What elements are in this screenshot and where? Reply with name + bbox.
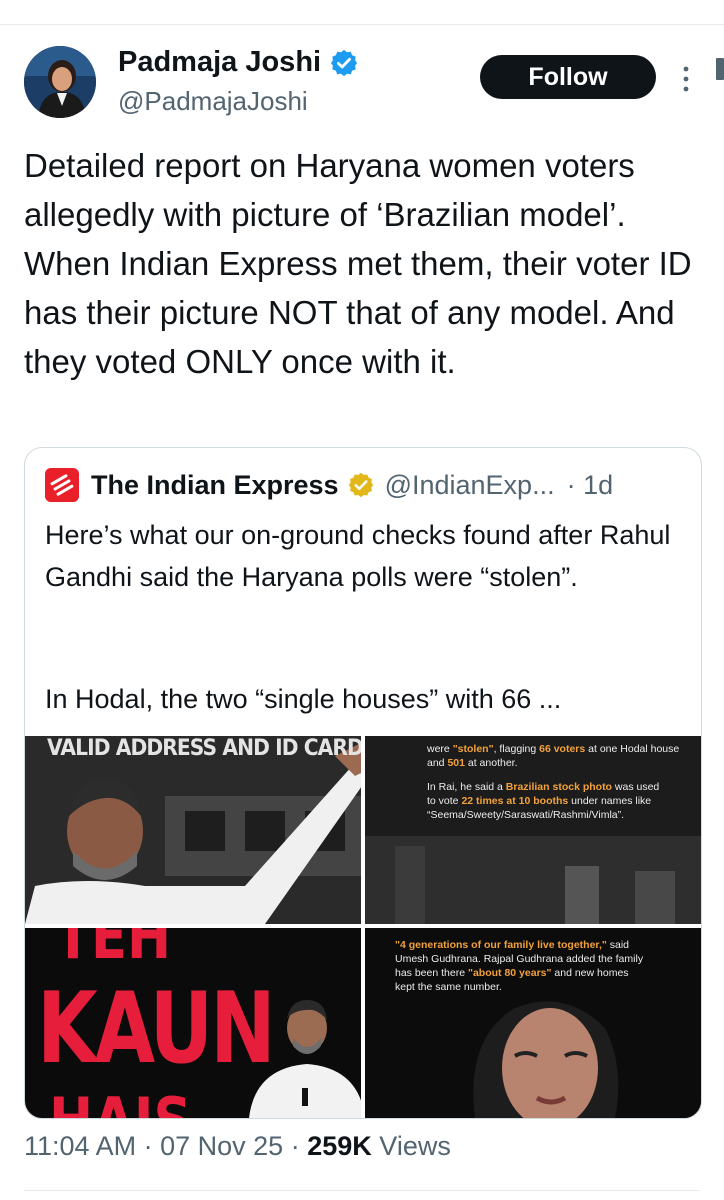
meta-separator: ·	[290, 1131, 300, 1161]
author-name[interactable]: Padmaja Joshi	[118, 46, 321, 79]
media-image-3[interactable]: TEH KAUN HAIS	[25, 928, 361, 1118]
image-text-line: “Seema/Sweety/Saraswati/Rashmi/Vimla”.	[427, 809, 625, 821]
rally-photo-graphic	[25, 736, 361, 924]
media-grid: VALID ADDRESS AND ID CARD were "stolen",…	[25, 736, 701, 1118]
top-divider	[0, 24, 724, 25]
author-avatar[interactable]	[24, 46, 96, 118]
post-metadata: 11:04 AM · 07 Nov 25 · 259K Views	[24, 1131, 451, 1162]
more-vertical-icon[interactable]	[676, 64, 696, 94]
verified-badge-icon	[330, 49, 358, 76]
quoted-author-name[interactable]: The Indian Express	[91, 470, 339, 501]
speaker-graphic	[249, 1000, 361, 1118]
image-text-line: were "stolen", flagging 66 voters at one…	[427, 743, 680, 755]
scrollbar-thumb[interactable]	[716, 58, 724, 80]
quoted-age: · 1d	[566, 469, 614, 500]
media-image-4[interactable]: "4 generations of our family live togeth…	[365, 928, 701, 1118]
verified-gold-badge-icon	[348, 472, 373, 498]
media-image-1[interactable]: VALID ADDRESS AND ID CARD	[25, 736, 361, 924]
views-count: 259K	[307, 1131, 372, 1161]
image-text-line: kept the same number.	[395, 981, 502, 993]
meta-separator: ·	[143, 1131, 153, 1161]
quoted-author-handle[interactable]: @IndianExp...	[385, 470, 555, 501]
post-text: Detailed report on Haryana women voters …	[24, 147, 692, 380]
quoted-text-continued: In Hodal, the two “single houses” with 6…	[45, 684, 562, 714]
indian-express-logo-icon	[45, 468, 79, 502]
views-label: Views	[379, 1131, 451, 1161]
image-caption: VALID ADDRESS AND ID CARD	[47, 736, 361, 761]
post-date[interactable]: 07 Nov 25	[160, 1131, 283, 1161]
image-text-line: "4 generations of our family live togeth…	[395, 939, 630, 951]
quoted-text: Here’s what our on-ground checks found a…	[45, 520, 671, 592]
author-name-row: Padmaja Joshi	[118, 46, 359, 79]
quoted-header: The Indian Express @IndianExp... · 1d	[45, 468, 613, 502]
image-text-line: In Rai, he said a Brazilian stock photo …	[427, 781, 660, 793]
street-scene-graphic	[365, 736, 701, 924]
media-image-2[interactable]: were "stolen", flagging 66 voters at one…	[365, 736, 701, 924]
follow-button[interactable]: Follow	[480, 55, 656, 99]
post-time[interactable]: 11:04 AM	[24, 1131, 136, 1161]
image-text-line: to vote 22 times at 10 booths under name…	[427, 795, 652, 807]
author-handle[interactable]: @PadmajaJoshi	[118, 86, 308, 117]
quoted-post-card[interactable]: The Indian Express @IndianExp... · 1d He…	[24, 447, 702, 1119]
image-text-line: Umesh Gudhrana. Rajpal Gudhrana added th…	[395, 953, 644, 965]
image-text-line: and 501 at another.	[427, 757, 518, 769]
bottom-divider	[24, 1190, 700, 1191]
image-text-line: has been there "about 80 years" and new …	[395, 967, 629, 979]
